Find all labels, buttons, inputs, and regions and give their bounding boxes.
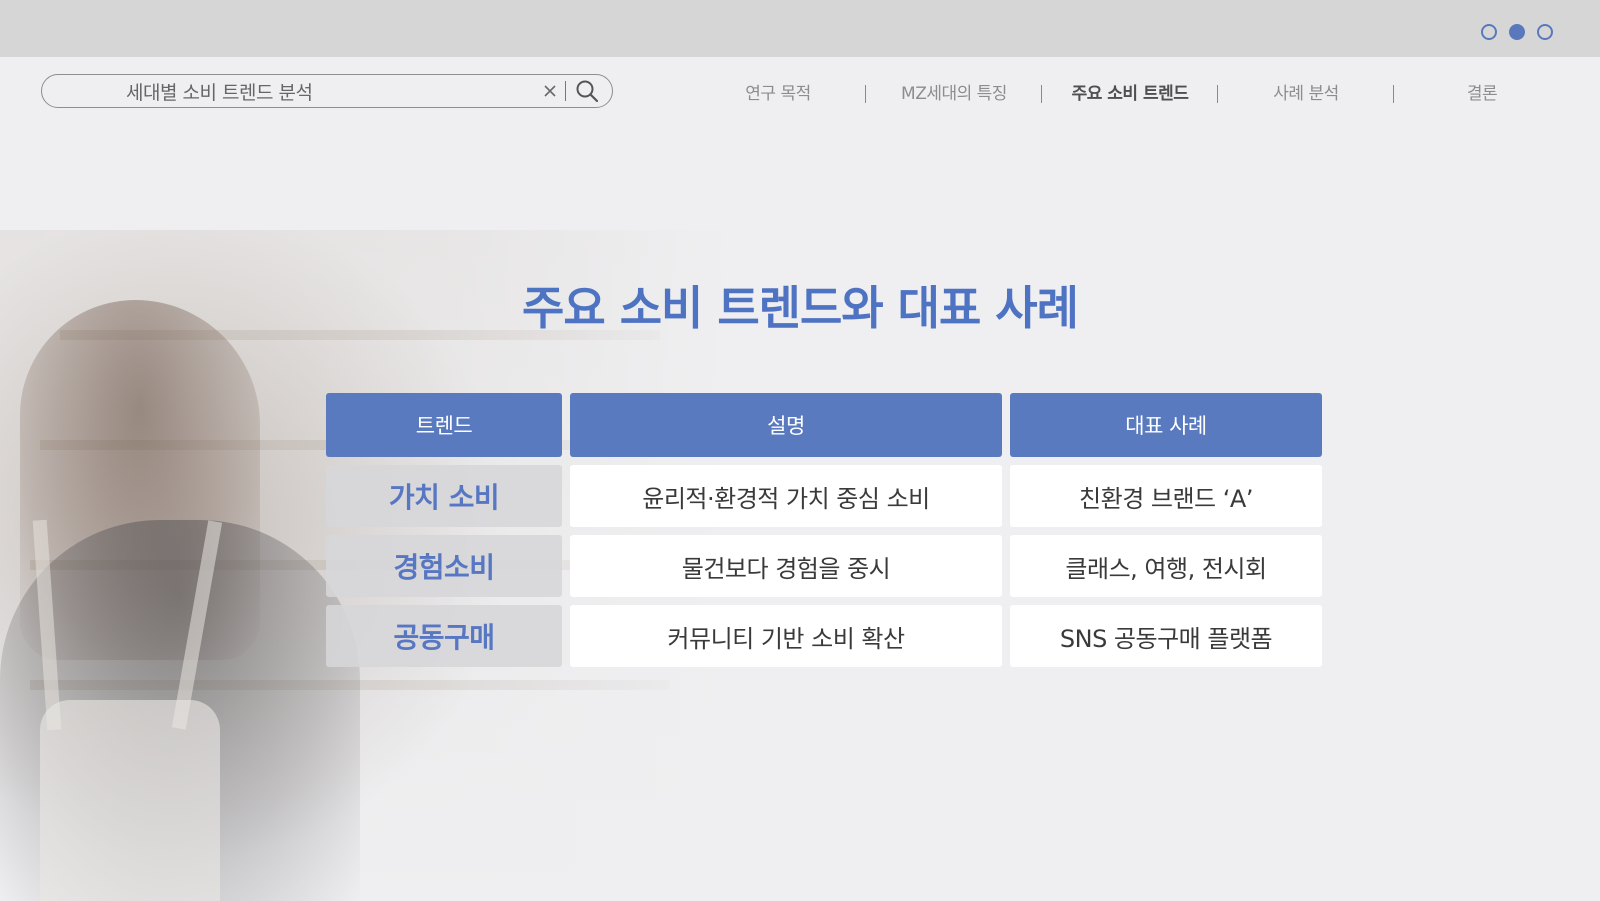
pager-dot-2[interactable] [1509,24,1525,40]
table-cell-description: 커뮤니티 기반 소비 확산 [570,605,1002,667]
table-row: 공동구매 커뮤니티 기반 소비 확산 SNS 공동구매 플랫폼 [326,605,1322,667]
table-row: 가치 소비 윤리적·환경적 가치 중심 소비 친환경 브랜드 ‘A’ [326,465,1322,527]
trend-table: 트렌드 설명 대표 사례 가치 소비 윤리적·환경적 가치 중심 소비 친환경 … [326,393,1322,675]
table-cell-description: 윤리적·환경적 가치 중심 소비 [570,465,1002,527]
table-header-description: 설명 [570,393,1002,457]
table-cell-example: SNS 공동구매 플랫폼 [1010,605,1322,667]
pager-dot-3[interactable] [1537,24,1553,40]
nav-item-label: 결론 [1466,83,1498,104]
table-cell-trend: 가치 소비 [326,465,562,527]
table-cell-description: 물건보다 경험을 중시 [570,535,1002,597]
table-header-trend: 트렌드 [326,393,562,457]
search-bar [41,74,613,108]
table-row: 경험소비 물건보다 경험을 중시 클래스, 여행, 전시회 [326,535,1322,597]
clear-icon[interactable] [541,82,559,100]
nav-item-mz-features[interactable]: MZ세대의 특징 [866,79,1042,104]
search-icon[interactable] [574,78,600,104]
table-header-example: 대표 사례 [1010,393,1322,457]
table-cell-example: 친환경 브랜드 ‘A’ [1010,465,1322,527]
nav-item-conclusion[interactable]: 결론 [1394,79,1570,104]
table-cell-trend: 경험소비 [326,535,562,597]
nav-item-label: 사례 분석 [1273,83,1339,104]
pager-dots [1481,24,1553,40]
slide-page: 연구 목적 MZ세대의 특징 주요 소비 트렌드 사례 분석 결론 주요 소비 … [0,0,1600,901]
pager-dot-1[interactable] [1481,24,1497,40]
nav-item-label: 연구 목적 [745,83,811,104]
page-title: 주요 소비 트렌드와 대표 사례 [522,281,1079,335]
search-divider [565,81,566,101]
table-cell-example: 클래스, 여행, 전시회 [1010,535,1322,597]
nav-item-label: MZ세대의 특징 [901,83,1007,104]
search-input[interactable] [42,75,541,107]
nav-item-label: 주요 소비 트렌드 [1071,83,1189,104]
table-header-row: 트렌드 설명 대표 사례 [326,393,1322,457]
nav-item-case-analysis[interactable]: 사례 분석 [1218,79,1394,104]
table-cell-trend: 공동구매 [326,605,562,667]
top-nav: 연구 목적 MZ세대의 특징 주요 소비 트렌드 사례 분석 결론 [690,74,1570,108]
top-bar [0,0,1600,57]
nav-item-purpose[interactable]: 연구 목적 [690,79,866,104]
nav-item-consumer-trends[interactable]: 주요 소비 트렌드 [1042,79,1218,104]
